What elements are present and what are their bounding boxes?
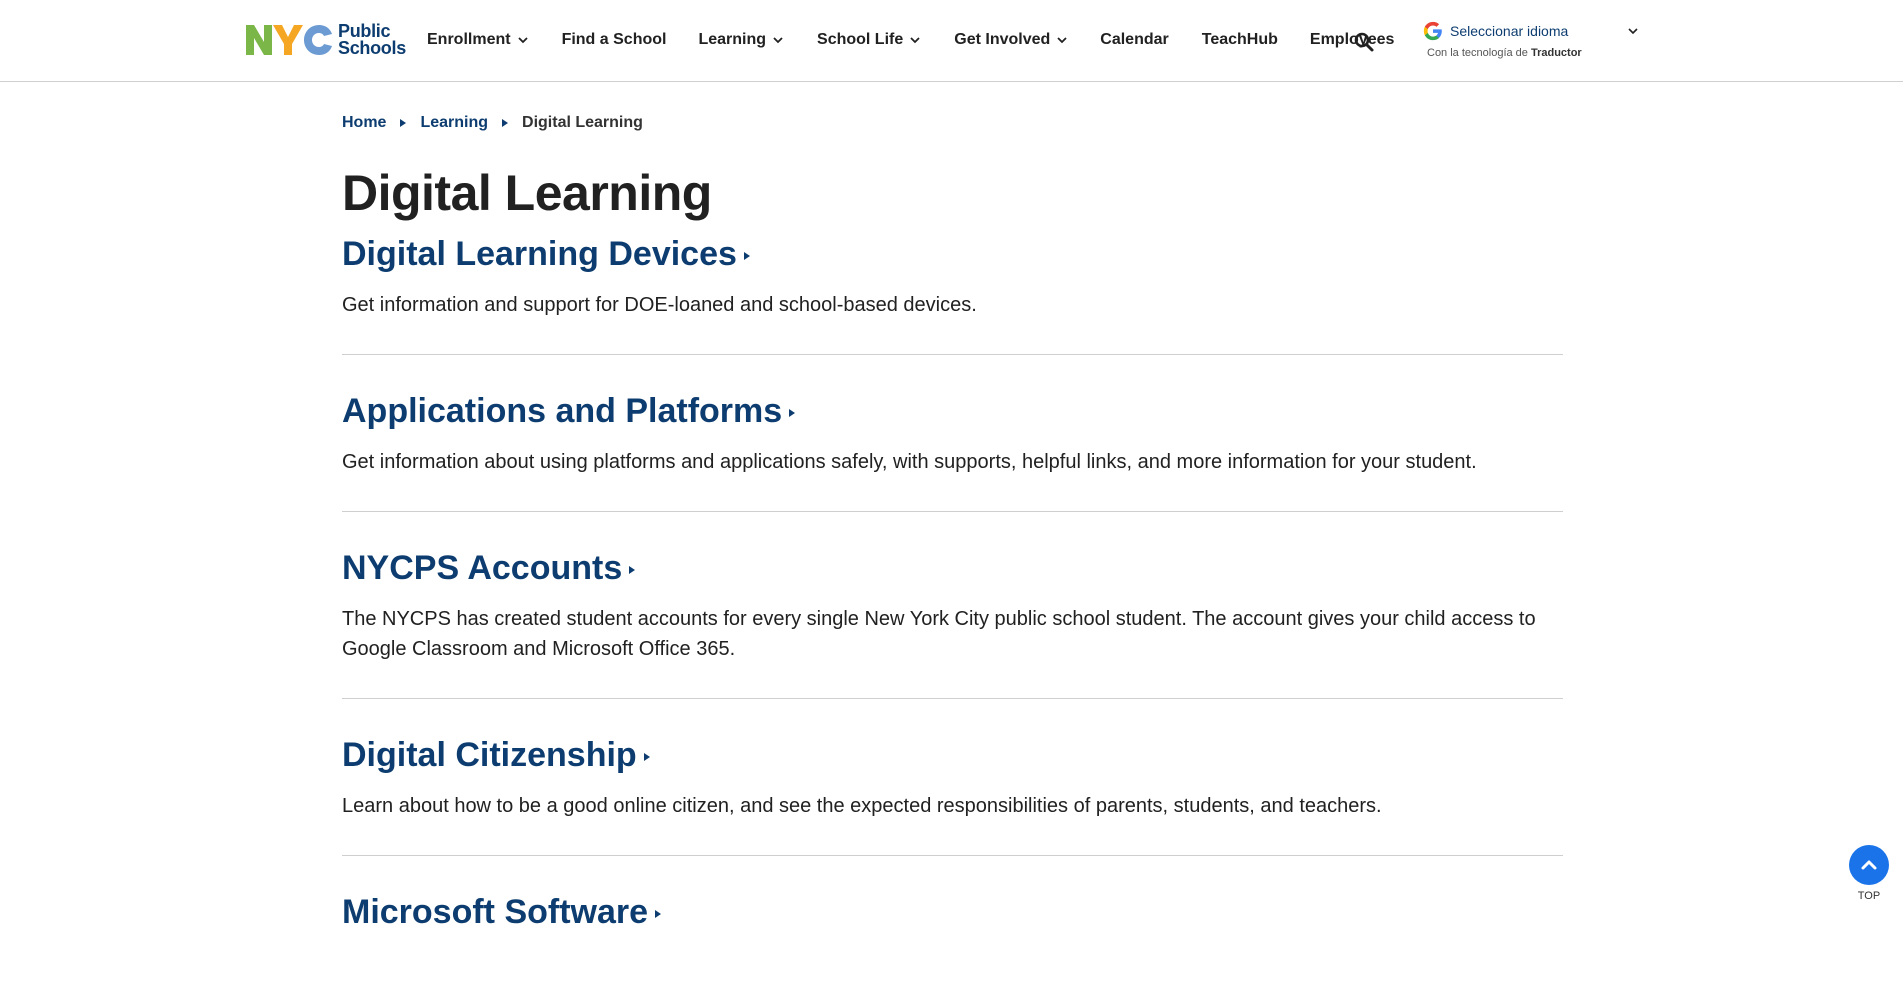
arrow-right-icon [655, 910, 662, 918]
powered-prefix: Con la tecnología de [1427, 47, 1528, 59]
section-description: Get information about using platforms an… [342, 451, 1477, 473]
nav-label: Calendar [1100, 31, 1169, 48]
arrow-right-icon [743, 252, 750, 260]
list-item: NYCPS Accounts The NYCPS has created stu… [342, 546, 1563, 699]
section-description: The NYCPS has created student accounts f… [342, 608, 1536, 660]
nav-label: TeachHub [1201, 31, 1278, 48]
chevron-down-icon [910, 37, 920, 44]
nav-label: Learning [698, 31, 767, 48]
section-link-microsoft-software[interactable]: Microsoft Software [342, 890, 1563, 934]
google-translate-widget: Seleccionar idioma Con la tecnología de … [1422, 20, 1642, 64]
list-item: Digital Citizenship Learn about how to b… [342, 733, 1563, 856]
section-list: Digital Learning Devices Get information… [342, 232, 1563, 1002]
breadcrumb-current: Digital Learning [522, 114, 643, 131]
section-title: Applications and Platforms [342, 392, 783, 430]
language-select-label: Seleccionar idioma [1450, 23, 1569, 39]
section-title: NYCPS Accounts [342, 549, 623, 587]
breadcrumb-home[interactable]: Home [342, 114, 386, 132]
google-g-icon [1423, 21, 1442, 41]
nav-item-calendar[interactable]: Calendar [1100, 0, 1168, 80]
arrow-right-icon [789, 409, 796, 417]
list-item: Microsoft Software [342, 890, 1563, 968]
nav-item-teachhub[interactable]: TeachHub [1202, 0, 1278, 80]
nyc-public-schools-logo[interactable]: Public Schools [244, 20, 406, 60]
search-button[interactable] [1352, 30, 1376, 54]
nyc-logo-icon [246, 25, 332, 55]
section-description: Learn about how to be a good online citi… [342, 795, 1382, 817]
arrow-right-icon [629, 566, 636, 574]
chevron-down-icon [517, 37, 528, 44]
back-to-top-label: TOP [1857, 890, 1881, 902]
nav-item-enrollment[interactable]: Enrollment [427, 0, 529, 80]
powered-brand[interactable]: Traductor [1531, 47, 1582, 59]
language-select[interactable]: Seleccionar idioma [1422, 20, 1642, 42]
section-link-nycps-accounts[interactable]: NYCPS Accounts [342, 546, 1563, 590]
section-link-applications-and-platforms[interactable]: Applications and Platforms [342, 389, 1563, 433]
chevron-down-icon [773, 37, 783, 44]
logo-line-2: Schools [338, 38, 406, 58]
nav-label: Get Involved [954, 31, 1051, 48]
nav-item-find-a-school[interactable]: Find a School [562, 0, 667, 80]
search-icon [1354, 32, 1374, 52]
back-to-top-button[interactable] [1849, 845, 1889, 885]
arrow-right-icon [643, 753, 650, 761]
chevron-down-icon [1628, 28, 1638, 35]
section-title: Microsoft Software [342, 893, 649, 931]
page-title: Digital Learning [342, 165, 712, 221]
logo-wordmark: Public Schools [338, 22, 406, 58]
translate-powered-by: Con la tecnología de Traductor [1427, 47, 1642, 59]
breadcrumb-separator-icon [502, 119, 509, 127]
nav-item-school-life[interactable]: School Life [817, 0, 921, 80]
section-description: Get information and support for DOE-loan… [342, 294, 977, 316]
list-item: Applications and Platforms Get informati… [342, 389, 1563, 512]
nav-item-learning[interactable]: Learning [698, 0, 784, 80]
breadcrumb-separator-icon [400, 119, 407, 127]
main-nav: Enrollment Find a School Learning School… [427, 0, 1394, 80]
section-title: Digital Learning Devices [342, 235, 737, 273]
list-item: Digital Learning Devices Get information… [342, 232, 1563, 355]
section-link-digital-learning-devices[interactable]: Digital Learning Devices [342, 232, 1563, 276]
nav-label: School Life [817, 31, 904, 48]
nav-label: Enrollment [427, 31, 511, 48]
breadcrumb: Home Learning Digital Learning [342, 114, 643, 132]
breadcrumb-learning[interactable]: Learning [420, 114, 488, 132]
nyc-logo-mark [244, 20, 334, 60]
section-link-digital-citizenship[interactable]: Digital Citizenship [342, 733, 1563, 777]
section-title: Digital Citizenship [342, 736, 637, 774]
chevron-up-icon [1861, 860, 1877, 870]
nav-item-get-involved[interactable]: Get Involved [954, 0, 1068, 80]
site-header: Public Schools Enrollment Find a School … [0, 0, 1903, 82]
nav-label: Find a School [561, 31, 667, 48]
chevron-down-icon [1057, 37, 1067, 44]
